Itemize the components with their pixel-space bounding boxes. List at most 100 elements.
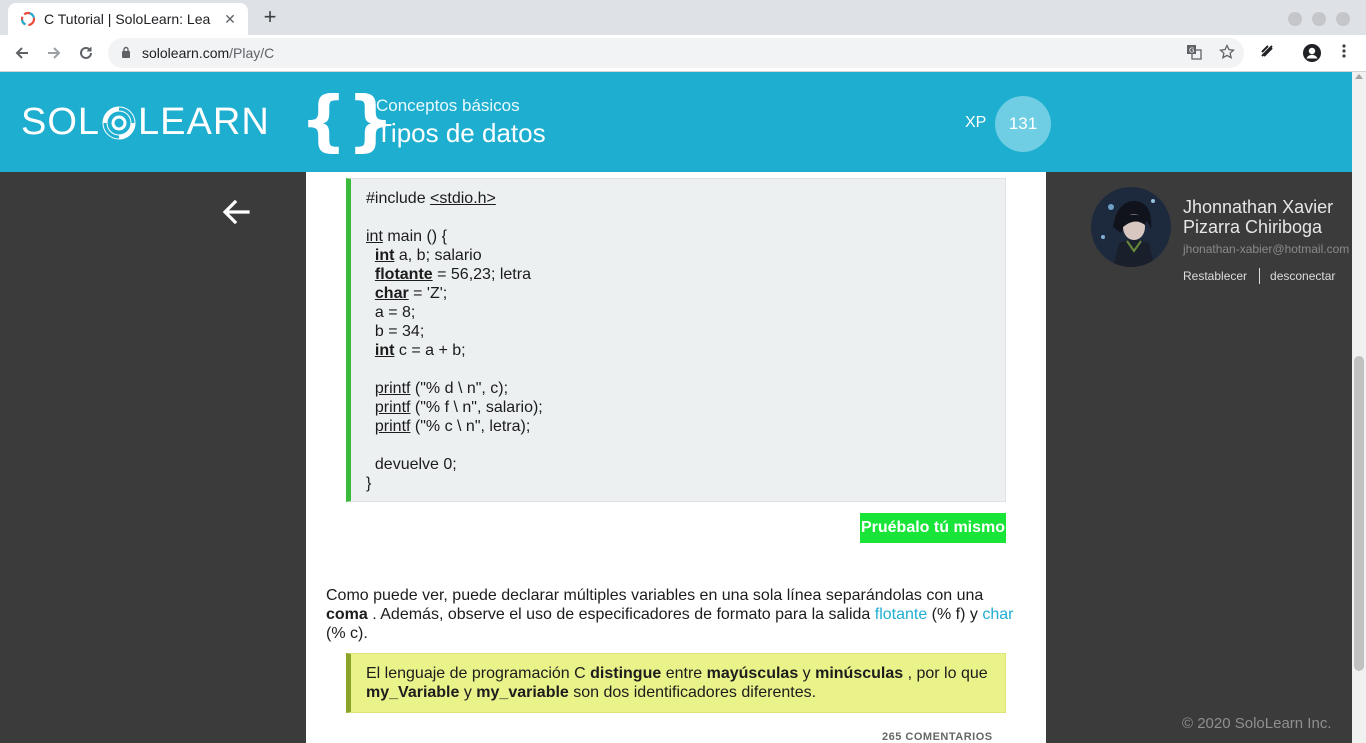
code-line: char = 'Z'; (366, 284, 1005, 303)
address-bar[interactable]: sololearn.com/Play/C G (108, 38, 1244, 68)
svg-text:G: G (1189, 47, 1194, 55)
code-token: c = a + b; (394, 342, 466, 359)
note-bold: mayúsculas (706, 665, 799, 682)
url-host: sololearn.com (142, 45, 230, 61)
minimize-button[interactable] (1288, 12, 1302, 26)
try-it-yourself-button[interactable]: Pruébalo tú mismo (860, 513, 1006, 543)
tab-title: C Tutorial | SoloLearn: Lea (44, 11, 211, 27)
user-name[interactable]: Jhonnathan Xavier Pizarra Chiriboga (1183, 197, 1352, 237)
glossary-link-flotante[interactable]: flotante (875, 606, 927, 623)
lesson-title: Tipos de datos (376, 118, 546, 148)
xp-badge: 131 (995, 96, 1051, 152)
paragraph-text: . Además, observe el uso de especificado… (367, 606, 875, 623)
code-token: devuelve 0; (366, 456, 457, 473)
code-line: printf ("% f \ n", salario); (366, 398, 1005, 417)
profile-account-icon[interactable] (1302, 43, 1322, 63)
lesson-card: #include <stdio.h> int main () { int a, b… (306, 172, 1046, 743)
profile-links: Restablecer desconectar (1183, 268, 1335, 284)
user-avatar[interactable] (1091, 187, 1171, 267)
reload-button[interactable] (74, 41, 98, 65)
logout-link[interactable]: desconectar (1270, 269, 1335, 283)
code-token: flotante (374, 266, 433, 283)
code-token: ("% c \ n", letra); (410, 418, 531, 435)
lock-icon (122, 46, 130, 58)
note-text: son dos identificadores diferentes. (568, 684, 817, 701)
scrollbar-thumb[interactable] (1354, 356, 1364, 671)
browser-tab-bar: C Tutorial | SoloLearn: Lea ✕ + (0, 0, 1366, 35)
paragraph-text: Como puede ver, puede declarar múltiples… (326, 587, 984, 604)
bookmark-star-icon[interactable] (1218, 43, 1236, 62)
browser-toolbar: sololearn.com/Play/C G (0, 35, 1366, 72)
close-window-button[interactable] (1336, 12, 1350, 26)
code-line: a = 8; (366, 303, 1005, 322)
code-token: printf (374, 380, 411, 397)
code-token: = 56,23; letra (432, 266, 531, 283)
note-bold: my_variable (476, 684, 569, 701)
sololearn-header: SOL LEARN {} Conceptos básicos Tipos de … (0, 72, 1352, 172)
module-name: Conceptos básicos (376, 96, 520, 115)
back-arrow-icon[interactable] (220, 196, 252, 228)
logo-text-right: LEARN (138, 101, 270, 143)
code-token: = 'Z'; (408, 285, 448, 302)
glossary-link-char[interactable]: char (982, 606, 1013, 623)
note-bold: minúsculas (815, 665, 904, 682)
paragraph-text: (% f) y (927, 606, 983, 623)
logo-text-left: SOL (21, 101, 101, 143)
url-text: sololearn.com/Play/C (142, 45, 274, 61)
code-line: b = 34; (366, 322, 1005, 341)
comments-link[interactable]: 265 COMENTARIOS (882, 731, 993, 743)
code-token: int (374, 247, 395, 264)
code-token: int (366, 228, 383, 245)
code-line: int a, b; salario (366, 246, 1005, 265)
sololearn-favicon-icon (20, 11, 36, 27)
code-token: printf (374, 418, 411, 435)
user-email: jhonathan-xabier@hotmail.com (1183, 242, 1350, 256)
url-path: /Play/C (229, 45, 275, 61)
sololearn-logo[interactable]: SOL LEARN (21, 101, 270, 144)
browser-tab[interactable]: C Tutorial | SoloLearn: Lea ✕ (8, 3, 248, 35)
extension-icon[interactable] (1257, 43, 1277, 63)
code-token: <stdio.h> (430, 190, 496, 207)
code-token: char (374, 285, 409, 302)
note-text: , por lo que (903, 665, 988, 682)
forward-button[interactable] (42, 41, 66, 65)
translate-icon[interactable]: G (1185, 44, 1203, 62)
note-box: El lenguaje de programación C distingue … (346, 653, 1006, 713)
logo-swirl-icon (102, 106, 136, 139)
note-text: y (459, 684, 477, 701)
arrow-left-icon (15, 47, 28, 59)
code-token: } (366, 475, 372, 492)
paragraph-bold: coma (326, 606, 368, 623)
arrow-right-icon (48, 47, 61, 59)
reset-link[interactable]: Restablecer (1183, 269, 1247, 283)
code-line: printf ("% c \ n", letra); (366, 417, 1005, 436)
code-token: ("% f \ n", salario); (410, 399, 543, 416)
new-tab-button[interactable]: + (260, 6, 280, 28)
page-scrollbar[interactable] (1352, 72, 1366, 743)
code-line: printf ("% d \ n", c); (366, 379, 1005, 398)
maximize-button[interactable] (1312, 12, 1326, 26)
code-line: devuelve 0; (366, 455, 1005, 474)
code-token: printf (374, 399, 411, 416)
code-token: a, b; salario (394, 247, 482, 264)
code-token: b = 34; (366, 323, 425, 340)
tab-close-icon[interactable]: ✕ (222, 11, 238, 27)
note-text: y (798, 665, 816, 682)
scroll-up-arrow-icon[interactable] (1355, 74, 1363, 79)
menu-kebab-icon[interactable] (1334, 43, 1354, 63)
paragraph-text: (% c). (326, 625, 368, 642)
back-button[interactable] (10, 41, 34, 65)
note-text: El lenguaje de programación C (366, 665, 591, 682)
copyright-text: © 2020 SoloLearn Inc. (1182, 715, 1332, 732)
note-bold: distingue (590, 665, 662, 682)
code-line: #include <stdio.h> (366, 189, 1005, 208)
